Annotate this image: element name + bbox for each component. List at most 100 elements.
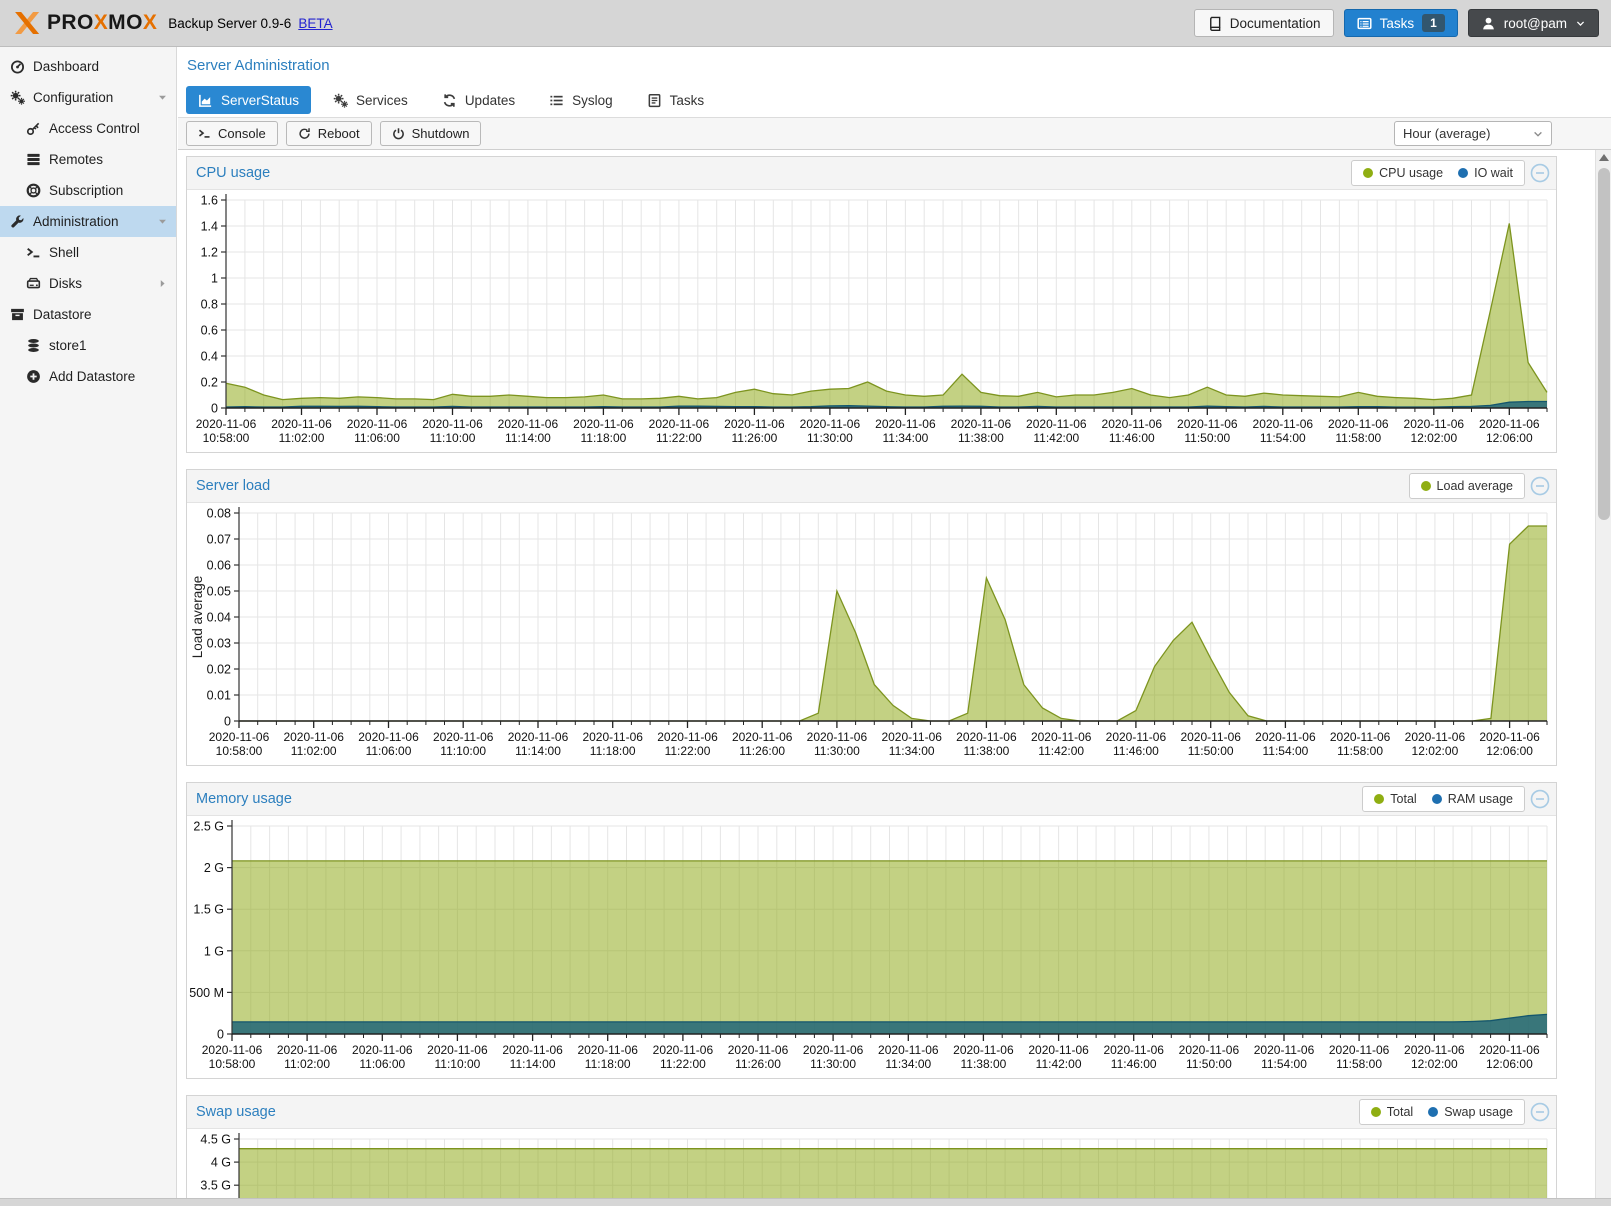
server-load-panel: Server loadLoad average00.010.020.030.04… [186, 469, 1557, 766]
svg-text:2020-11-06: 2020-11-06 [653, 1043, 714, 1057]
sidebar-item-configuration[interactable]: Configuration [0, 82, 176, 113]
svg-text:11:10:00: 11:10:00 [440, 744, 486, 758]
list-icon [549, 93, 564, 108]
console-button[interactable]: Console [186, 121, 278, 146]
terminal-icon [198, 127, 211, 140]
svg-text:2020-11-06: 2020-11-06 [803, 1043, 864, 1057]
svg-text:2020-11-06: 2020-11-06 [800, 417, 861, 431]
swap-usage-panel: Swap usageTotalSwap usage0500 M1 G1.5 G2… [186, 1095, 1557, 1199]
sidebar-item-label: store1 [49, 338, 87, 353]
svg-text:11:46:00: 11:46:00 [1113, 744, 1159, 758]
user-menu-button[interactable]: root@pam [1468, 9, 1599, 37]
svg-text:11:06:00: 11:06:00 [359, 1057, 405, 1071]
page-title: Server Administration [187, 57, 330, 74]
sidebar-item-shell[interactable]: Shell [0, 237, 176, 268]
sidebar-item-subscription[interactable]: Subscription [0, 175, 176, 206]
legend-label: Load average [1437, 479, 1513, 493]
svg-text:11:58:00: 11:58:00 [1337, 744, 1383, 758]
beta-link[interactable]: BETA [298, 16, 332, 31]
sidebar-item-label: Administration [33, 214, 119, 229]
sidebar-item-administration[interactable]: Administration [0, 206, 176, 237]
sidebar-item-dashboard[interactable]: Dashboard [0, 51, 176, 82]
sidebar-item-disks[interactable]: Disks [0, 268, 176, 299]
tasks-button[interactable]: Tasks 1 [1344, 9, 1458, 37]
svg-text:0.07: 0.07 [207, 533, 231, 547]
svg-text:2020-11-06: 2020-11-06 [649, 417, 710, 431]
svg-text:11:30:00: 11:30:00 [810, 1057, 856, 1071]
svg-text:11:14:00: 11:14:00 [515, 744, 561, 758]
svg-text:2020-11-06: 2020-11-06 [498, 417, 559, 431]
collapse-panel-button[interactable] [1530, 476, 1550, 496]
collapse-panel-button[interactable] [1530, 163, 1550, 183]
svg-text:1.4: 1.4 [201, 220, 218, 234]
legend-dot [1432, 794, 1442, 804]
tab-label: Tasks [670, 93, 705, 108]
sidebar-item-store1[interactable]: store1 [0, 330, 176, 361]
sidebar-item-access-control[interactable]: Access Control [0, 113, 176, 144]
sidebar-item-label: Add Datastore [49, 369, 135, 384]
legend-label: Total [1387, 1105, 1413, 1119]
shutdown-button[interactable]: Shutdown [380, 121, 482, 146]
legend-item: RAM usage [1432, 792, 1513, 806]
svg-text:2020-11-06: 2020-11-06 [1031, 730, 1092, 744]
legend-label: Total [1390, 792, 1416, 806]
svg-text:11:26:00: 11:26:00 [735, 1057, 781, 1071]
app-header: PROXMOX Backup Server 0.9-6 BETA Documen… [0, 0, 1611, 47]
timeframe-select[interactable]: Hour (average) [1394, 121, 1552, 146]
tab-label: Updates [465, 93, 515, 108]
collapse-panel-button[interactable] [1530, 789, 1550, 809]
svg-text:2020-11-06: 2020-11-06 [951, 417, 1012, 431]
caret-down-icon[interactable] [157, 216, 168, 227]
chart-swap-usage: 0500 M1 G1.5 G2 G2.5 G3 G3.5 G4 G4.5 G20… [187, 1129, 1556, 1199]
tab-tasks[interactable]: Tasks [635, 86, 717, 114]
documentation-button[interactable]: Documentation [1194, 9, 1334, 37]
svg-text:2020-11-06: 2020-11-06 [502, 1043, 563, 1057]
tab-syslog[interactable]: Syslog [537, 86, 625, 114]
svg-text:11:46:00: 11:46:00 [1109, 431, 1155, 445]
svg-text:11:26:00: 11:26:00 [739, 744, 785, 758]
life-ring-icon [26, 183, 41, 198]
svg-text:2020-11-06: 2020-11-06 [1404, 417, 1465, 431]
svg-text:0.01: 0.01 [207, 689, 231, 703]
button-label: Reboot [318, 126, 360, 141]
sidebar-item-remotes[interactable]: Remotes [0, 144, 176, 175]
svg-text:2020-11-06: 2020-11-06 [202, 1043, 263, 1057]
sidebar-item-label: Remotes [49, 152, 103, 167]
tab-serverstatus[interactable]: ServerStatus [186, 86, 311, 114]
main-content: Server Administration ServerStatus Servic… [178, 47, 1611, 1199]
svg-text:2020-11-06: 2020-11-06 [1253, 417, 1314, 431]
svg-text:0.03: 0.03 [207, 637, 231, 651]
svg-text:0.02: 0.02 [207, 663, 231, 677]
svg-text:11:38:00: 11:38:00 [960, 1057, 1006, 1071]
sidebar-item-label: Dashboard [33, 59, 99, 74]
proxmox-logo[interactable]: PROXMOX [12, 9, 157, 37]
svg-text:2020-11-06: 2020-11-06 [728, 1043, 789, 1057]
svg-text:2020-11-06: 2020-11-06 [875, 417, 936, 431]
reboot-button[interactable]: Reboot [286, 121, 372, 146]
product-title: Backup Server 0.9-6 [168, 16, 291, 31]
svg-text:11:34:00: 11:34:00 [885, 1057, 931, 1071]
caret-down-icon[interactable] [157, 92, 168, 103]
book-icon [1207, 16, 1222, 31]
scrollbar-thumb[interactable] [1598, 168, 1610, 520]
sidebar-item-datastore[interactable]: Datastore [0, 299, 176, 330]
chart-legend: TotalSwap usage [1359, 1099, 1525, 1125]
svg-text:12:02:00: 12:02:00 [1410, 431, 1457, 445]
svg-text:11:54:00: 11:54:00 [1262, 744, 1308, 758]
vertical-scrollbar[interactable] [1595, 150, 1611, 1199]
chevron-down-icon [1532, 128, 1544, 140]
tab-updates[interactable]: Updates [430, 86, 527, 114]
svg-text:2020-11-06: 2020-11-06 [1404, 1043, 1465, 1057]
caret-right-icon[interactable] [157, 278, 168, 289]
gears-icon [333, 93, 348, 108]
svg-text:1: 1 [211, 272, 218, 286]
chart-memory-usage: 0500 M1 G1.5 G2 G2.5 G2020-11-0610:58:00… [187, 816, 1556, 1078]
collapse-panel-button[interactable] [1530, 1102, 1550, 1122]
scroll-up-arrow-icon[interactable] [1599, 154, 1609, 161]
memory-usage-chart-body: 0500 M1 G1.5 G2 G2.5 G2020-11-0610:58:00… [187, 816, 1556, 1078]
svg-text:500 M: 500 M [189, 986, 224, 1000]
svg-text:4 G: 4 G [211, 1156, 231, 1170]
tab-services[interactable]: Services [321, 86, 420, 114]
svg-text:2020-11-06: 2020-11-06 [358, 730, 419, 744]
sidebar-item-add-datastore[interactable]: Add Datastore [0, 361, 176, 392]
